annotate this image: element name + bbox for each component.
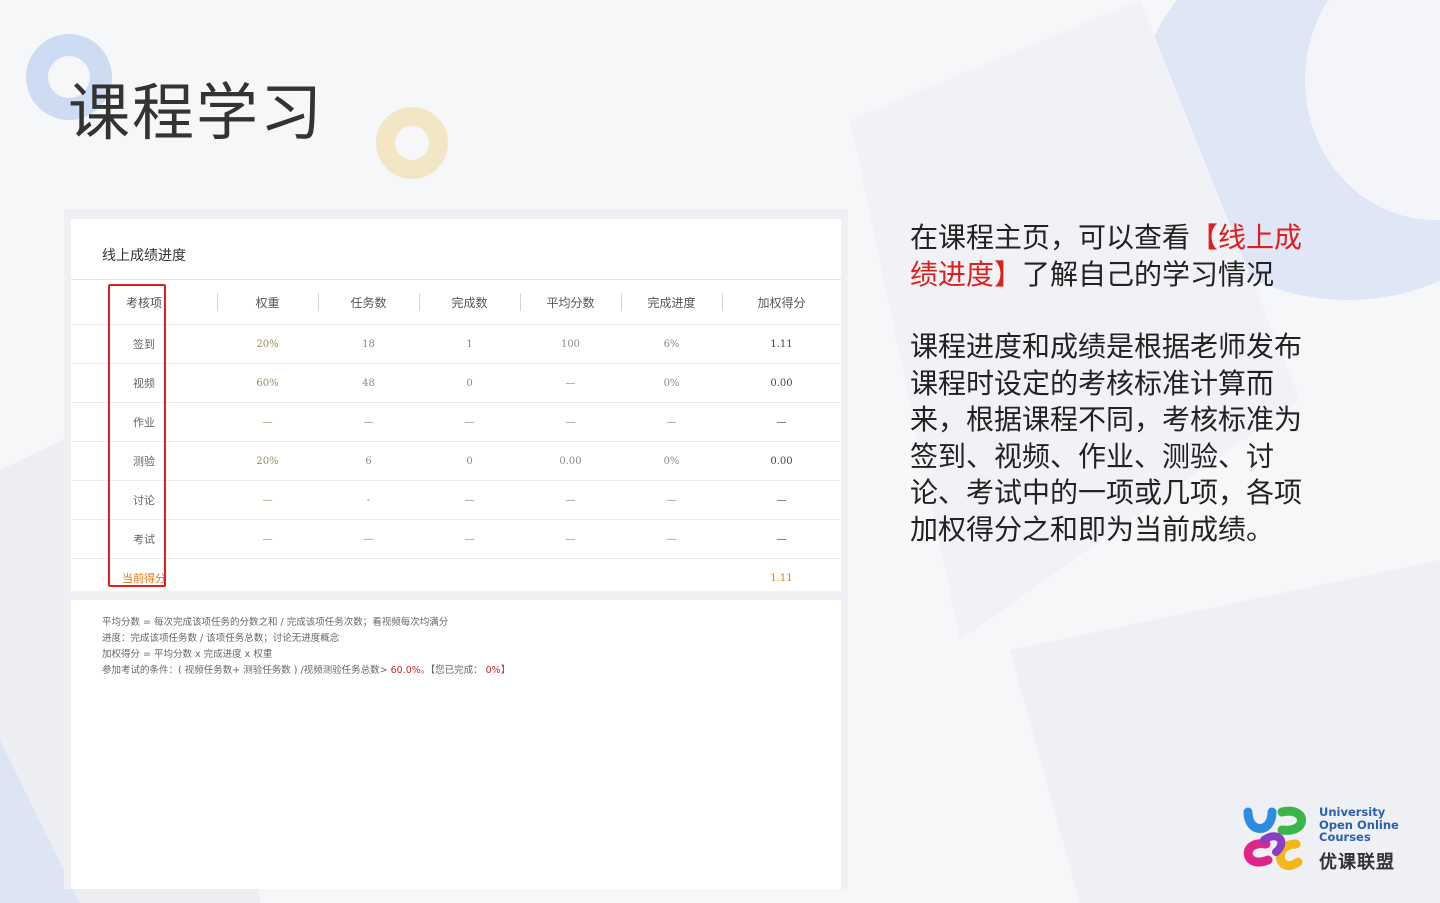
empty-cell: [621, 558, 722, 597]
column-separator: [722, 293, 723, 311]
table-cell: -: [318, 480, 419, 520]
table-cell: 0.00: [722, 441, 841, 481]
column-separator: [318, 293, 319, 311]
table-cell: —: [520, 519, 621, 559]
completed-percent: 0%: [485, 665, 501, 676]
table-cell: —: [621, 480, 722, 520]
column-header[interactable]: 完成数: [419, 280, 520, 325]
column-separator: [419, 293, 420, 311]
logo-chinese-name: 优课联盟: [1319, 852, 1395, 873]
note-line: 参加考试的条件：( 视频任务数+ 测验任务数 ) /视频测验任务总数> 60.0…: [102, 663, 510, 679]
column-header[interactable]: 加权得分: [722, 280, 841, 325]
note-text: 】: [500, 665, 511, 676]
table-cell: 60%: [217, 363, 318, 403]
decorative-ring: [376, 107, 448, 179]
table-row: 视频 60% 48 0—0% 0.00: [71, 363, 841, 403]
column-header[interactable]: 平均分数: [520, 280, 621, 325]
table-cell: 20%: [217, 441, 318, 481]
table-row: 测验 20% 6 0 0.00 0% 0.00: [71, 441, 841, 481]
table-cell: —: [419, 480, 520, 520]
table-cell: —: [621, 519, 722, 559]
column-header[interactable]: 权重: [217, 280, 318, 325]
grade-card: 线上成绩进度 考核项 权重 任务数 完成数 平均分数 完成进度 加权得分 签到 20% 18 1 1…: [71, 219, 841, 597]
table-cell: —: [318, 519, 419, 559]
table-cell: 0: [419, 363, 520, 403]
empty-cell: [419, 558, 520, 597]
table-cell: 48: [318, 363, 419, 403]
column-header[interactable]: 完成进度: [621, 280, 722, 325]
column-label: 完成数: [451, 295, 488, 310]
logo-line: University: [1319, 805, 1386, 819]
total-value: 1.11: [722, 558, 841, 597]
table-row: 作业 — — — — — —: [71, 402, 841, 442]
note-text: 。【您已完成：: [420, 665, 486, 676]
column-separator: [520, 293, 521, 311]
note-line: 加权得分 = 平均分数 x 完成进度 x 权重: [102, 649, 273, 660]
column-label: 加权得分: [757, 295, 806, 310]
table-row: 讨论 — - — — — —: [71, 480, 841, 520]
column-header[interactable]: 任务数: [318, 280, 419, 325]
table-cell: 0.00: [722, 363, 841, 403]
brand-logo: University Open Online Courses 优课联盟: [1238, 800, 1418, 876]
column-separator: [621, 293, 622, 311]
table-cell: 6%: [621, 324, 722, 364]
explanation-paragraph: 在课程主页，可以查看【线上成绩进度】了解自己的学习情况: [910, 220, 1310, 293]
column-separator: [217, 293, 218, 311]
table-cell: —: [318, 402, 419, 442]
table-cell: —: [520, 480, 621, 520]
explanation-text: 在课程主页，可以查看【线上成绩进度】了解自己的学习情况 课程进度和成绩是根据老师…: [910, 220, 1310, 548]
empty-cell: [520, 558, 621, 597]
table-row: 签到 20% 18 1 100 6% 1.11: [71, 324, 841, 364]
table-cell: 100: [520, 324, 621, 364]
slide-title: 课程学习: [68, 76, 325, 149]
column-label: 平均分数: [546, 295, 595, 310]
table-cell: —: [419, 402, 520, 442]
table-cell: —: [722, 402, 841, 442]
grade-screenshot: 线上成绩进度 考核项 权重 任务数 完成数 平均分数 完成进度 加权得分 签到 20% 18 1 1…: [64, 209, 848, 889]
text: 了解自己的学习情况: [1022, 257, 1275, 291]
total-row: 当前得分 1.11: [71, 558, 841, 597]
table-cell: —: [217, 519, 318, 559]
text: 在课程主页，可以查看: [910, 221, 1191, 254]
column-label: 完成进度: [647, 295, 696, 310]
table-cell: —: [217, 402, 318, 442]
notes-card: 平均分数 = 每次完成该项任务的分数之和 / 完成该项任务次数；看视频每次均满分…: [71, 600, 841, 889]
exam-threshold: 60.0%: [390, 665, 421, 676]
table-cell: 18: [318, 324, 419, 364]
table-cell: —: [722, 480, 841, 520]
empty-cell: [318, 558, 419, 597]
note-line: 进度：完成该项任务数 / 该项任务总数；讨论无进度概念: [102, 633, 340, 644]
table-cell: —: [217, 480, 318, 520]
table-cell: 0%: [621, 363, 722, 403]
note-line: 平均分数 = 每次完成该项任务的分数之和 / 完成该项任务次数；看视频每次均满分: [102, 617, 449, 628]
grade-notes: 平均分数 = 每次完成该项任务的分数之和 / 完成该项任务次数；看视频每次均满分…: [102, 615, 510, 679]
table-cell: —: [722, 519, 841, 559]
table-row: 考试 — — — — — —: [71, 519, 841, 559]
card-title: 线上成绩进度: [102, 248, 186, 264]
grade-table: 考核项 权重 任务数 完成数 平均分数 完成进度 加权得分 签到 20% 18 1 100 6% 1.1…: [71, 280, 841, 597]
table-cell: 6: [318, 441, 419, 481]
table-cell: —: [520, 402, 621, 442]
table-cell: 1.11: [722, 324, 841, 364]
column-label: 权重: [255, 295, 280, 310]
column-label: 任务数: [350, 295, 387, 310]
logo-mark-icon: [1243, 806, 1306, 870]
table-header-row: 考核项 权重 任务数 完成数 平均分数 完成进度 加权得分: [71, 280, 841, 325]
table-cell: —: [419, 519, 520, 559]
highlight-box: [108, 284, 166, 587]
table-cell: —: [520, 363, 621, 403]
logo-line: Courses: [1319, 830, 1371, 844]
table-cell: 0.00: [520, 441, 621, 481]
empty-cell: [217, 558, 318, 597]
table-cell: —: [621, 402, 722, 442]
explanation-paragraph: 课程进度和成绩是根据老师发布课程时设定的考核标准计算而来，根据课程不同，考核标准…: [910, 330, 1303, 546]
logo-text: University Open Online Courses: [1319, 806, 1399, 844]
table-cell: 0: [419, 441, 520, 481]
table-cell: 1: [419, 324, 520, 364]
table-cell: 20%: [217, 324, 318, 364]
note-text: 参加考试的条件：( 视频任务数+ 测验任务数 ) /视频测验任务总数>: [102, 665, 391, 676]
table-cell: 0%: [621, 441, 722, 481]
